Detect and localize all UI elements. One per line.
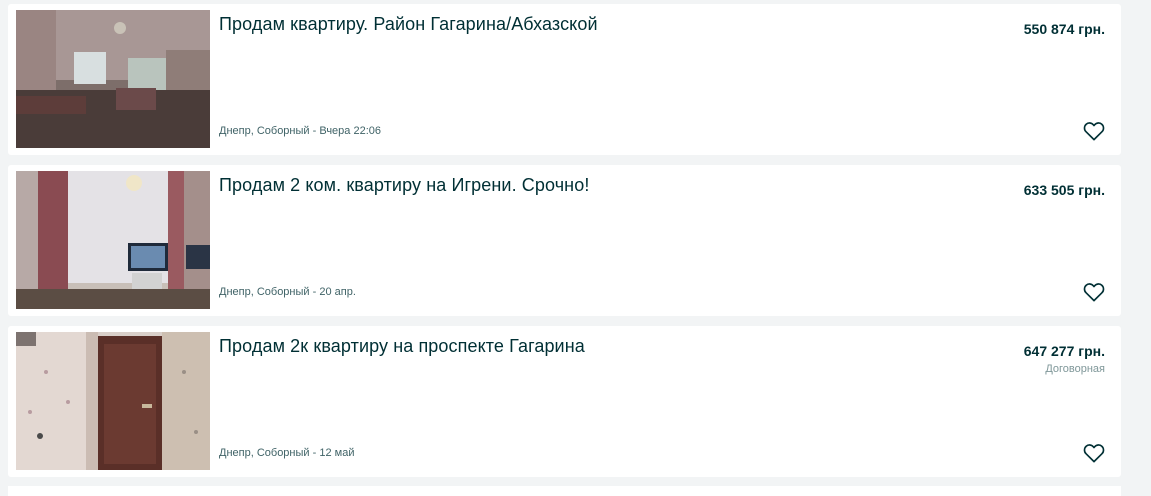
listing-date: 12 май	[319, 447, 355, 459]
next-listing-edge	[8, 486, 1121, 496]
heart-icon[interactable]	[1083, 121, 1105, 141]
listing-photo[interactable]	[16, 10, 210, 148]
listing-meta: Днепр, Соборный - Вчера 22:06	[219, 125, 381, 137]
listing-location: Днепр, Соборный	[219, 447, 310, 459]
listing-photo[interactable]	[16, 332, 210, 470]
listing-date: Вчера 22:06	[319, 125, 381, 137]
meta-separator: -	[309, 286, 320, 298]
listing-meta: Днепр, Соборный - 12 май	[219, 447, 354, 459]
listing-title[interactable]: Продам 2 ком. квартиру на Игрени. Срочно…	[219, 175, 589, 196]
listing-price: 647 277 грн.	[1023, 343, 1105, 359]
negotiable-label: Договорная	[1045, 363, 1105, 375]
heart-icon[interactable]	[1083, 282, 1105, 302]
listing-location: Днепр, Соборный	[219, 125, 310, 137]
listing-card[interactable]: Продам 2к квартиру на проспекте Гагарина…	[8, 326, 1121, 477]
meta-separator: -	[309, 125, 320, 137]
heart-icon[interactable]	[1083, 443, 1105, 463]
price-block: 633 505 грн.	[1024, 182, 1105, 198]
listing-price: 633 505 грн.	[1023, 182, 1105, 198]
price-block: 550 874 грн.	[1024, 21, 1105, 37]
listing-card[interactable]: Продам 2 ком. квартиру на Игрени. Срочно…	[8, 165, 1121, 316]
listing-meta: Днепр, Соборный - 20 апр.	[219, 286, 356, 298]
listing-date: 20 апр.	[319, 286, 356, 298]
price-block: 647 277 грн. Договорная	[1024, 343, 1105, 375]
listing-title[interactable]: Продам 2к квартиру на проспекте Гагарина	[219, 336, 585, 357]
listing-title[interactable]: Продам квартиру. Район Гагарина/Абхазско…	[219, 14, 598, 35]
listing-card[interactable]: Продам квартиру. Район Гагарина/Абхазско…	[8, 4, 1121, 155]
meta-separator: -	[309, 447, 320, 459]
listing-price: 550 874 грн.	[1023, 21, 1105, 37]
listing-location: Днепр, Соборный	[219, 286, 310, 298]
listing-photo[interactable]	[16, 171, 210, 309]
